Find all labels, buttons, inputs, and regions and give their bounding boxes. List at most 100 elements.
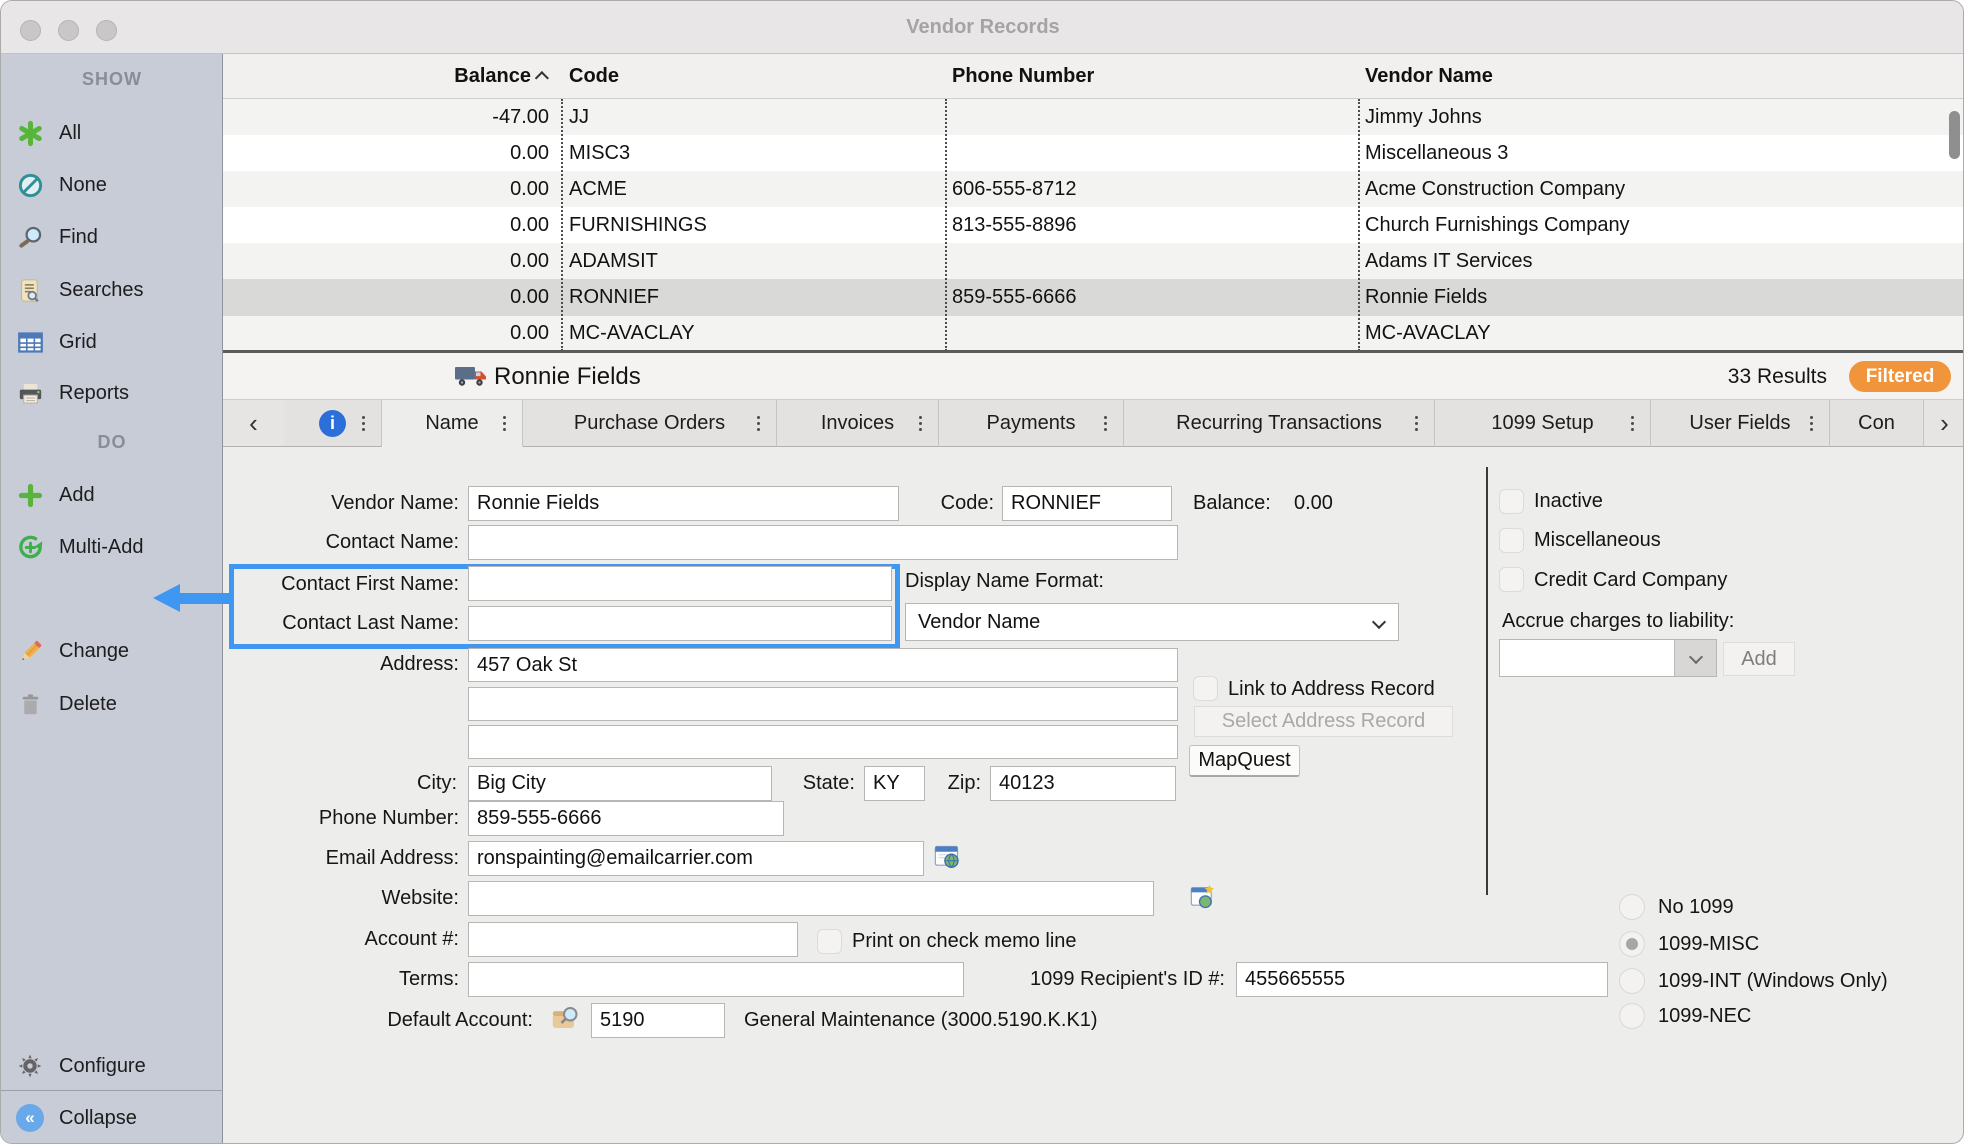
tab-name[interactable]: Name [382, 400, 523, 447]
tab-contacts-truncated[interactable]: Con [1830, 400, 1924, 447]
send-email-icon[interactable] [933, 843, 961, 876]
accrue-add-button[interactable]: Add [1723, 642, 1795, 676]
website-field[interactable] [468, 881, 1154, 916]
change-pencil-icon [15, 636, 45, 666]
tab-menu-dots-icon[interactable] [919, 422, 922, 425]
address-line2-field[interactable] [468, 687, 1178, 721]
column-header-code[interactable]: Code [561, 54, 945, 98]
collapse-icon: « [15, 1103, 45, 1133]
table-row[interactable]: 0.00 FURNISHINGS 813-555-8896 Church Fur… [223, 207, 1964, 243]
display-name-format-dropdown[interactable]: Vendor Name [905, 603, 1399, 641]
column-header-vendor-name[interactable]: Vendor Name [1358, 54, 1964, 98]
miscellaneous-checkbox[interactable] [1499, 528, 1524, 553]
recipient-id-field[interactable] [1236, 962, 1608, 997]
tab-menu-dots-icon[interactable] [1104, 422, 1107, 425]
table-scrollbar[interactable] [1949, 111, 1960, 159]
sidebar-item-label: Configure [59, 1055, 146, 1078]
table-row-selected[interactable]: 0.00 RONNIEF 859-555-6666 Ronnie Fields [223, 279, 1964, 315]
tab-1099-setup[interactable]: 1099 Setup [1435, 400, 1651, 447]
miscellaneous-label: Miscellaneous [1534, 527, 1661, 553]
sidebar-item-none[interactable]: None [15, 168, 107, 202]
address-line3-field[interactable] [468, 725, 1178, 759]
tab-purchase-orders[interactable]: Purchase Orders [523, 400, 777, 447]
sidebar-item-delete[interactable]: Delete [15, 687, 117, 721]
select-address-record-button[interactable]: Select Address Record [1194, 706, 1453, 737]
credit-card-company-checkbox[interactable] [1499, 567, 1524, 592]
sidebar-item-reports[interactable]: Reports [15, 376, 129, 410]
sidebar-item-configure[interactable]: Configure [15, 1049, 146, 1083]
tab-menu-dots-icon[interactable] [757, 422, 760, 425]
accrue-dropdown-arrow-button[interactable] [1674, 640, 1716, 676]
annotation-arrow-head [153, 584, 180, 612]
tab-menu-dots-icon[interactable] [1810, 422, 1813, 425]
annotation-arrow [179, 593, 230, 604]
link-to-address-checkbox[interactable] [1193, 676, 1218, 701]
zip-label: Zip: [948, 770, 981, 796]
tab-user-fields[interactable]: User Fields [1651, 400, 1830, 447]
sidebar-item-multi-add[interactable]: Multi-Add [15, 530, 143, 564]
email-address-field[interactable] [468, 841, 924, 876]
tab-menu-dots-icon[interactable] [362, 422, 365, 425]
sidebar-item-searches[interactable]: Searches [15, 273, 144, 307]
contact-first-name-field[interactable] [468, 566, 892, 601]
vendor-table: -47.00 JJ Jimmy Johns 0.00 MISC3 Miscell… [223, 99, 1964, 351]
default-account-field[interactable] [591, 1003, 725, 1038]
print-on-check-memo-checkbox[interactable] [817, 929, 842, 954]
searches-icon [15, 275, 45, 305]
tab-menu-dots-icon[interactable] [1415, 422, 1418, 425]
radio-1099-int[interactable] [1619, 968, 1645, 994]
sidebar-item-find[interactable]: Find [15, 220, 98, 254]
table-row[interactable]: 0.00 ADAMSIT Adams IT Services [223, 243, 1964, 279]
sidebar-item-grid[interactable]: Grid [15, 325, 97, 359]
phone-number-field[interactable] [468, 801, 784, 836]
code-field[interactable] [1002, 486, 1172, 521]
delete-trash-icon [15, 689, 45, 719]
column-header-phone[interactable]: Phone Number [945, 54, 1358, 98]
tab-payments[interactable]: Payments [939, 400, 1124, 447]
tab-menu-dots-icon[interactable] [503, 422, 506, 425]
radio-1099-misc-label: 1099-MISC [1658, 931, 1759, 957]
tab-invoices[interactable]: Invoices [777, 400, 939, 447]
sidebar-item-all[interactable]: All [15, 116, 81, 150]
vendor-records-window: Vendor Records SHOW All None Find [0, 0, 1964, 1144]
table-row[interactable]: 0.00 MC-AVACLAY MC-AVACLAY [223, 316, 1964, 351]
link-to-address-label: Link to Address Record [1228, 676, 1435, 702]
radio-1099-nec[interactable] [1619, 1003, 1645, 1029]
contact-last-name-field[interactable] [468, 606, 892, 641]
contact-name-field[interactable] [468, 525, 1178, 560]
zip-field[interactable] [990, 766, 1176, 801]
account-lookup-icon[interactable] [550, 1003, 583, 1038]
sidebar-item-change[interactable]: Change [15, 634, 129, 668]
balance-label: Balance: [1193, 490, 1271, 516]
table-row[interactable]: 0.00 ACME 606-555-8712 Acme Construction… [223, 171, 1964, 207]
terms-field[interactable] [468, 962, 964, 997]
tabs-scroll-left-button[interactable]: ‹ [223, 400, 284, 447]
mapquest-button[interactable]: MapQuest [1189, 745, 1300, 777]
sidebar-item-label: Multi-Add [59, 536, 143, 559]
sidebar-item-add[interactable]: Add [15, 478, 95, 512]
open-website-icon[interactable] [1189, 883, 1217, 916]
city-field[interactable] [468, 766, 772, 801]
table-row[interactable]: -47.00 JJ Jimmy Johns [223, 99, 1964, 135]
table-row[interactable]: 0.00 MISC3 Miscellaneous 3 [223, 135, 1964, 171]
state-field[interactable] [864, 766, 925, 801]
address-label: Address: [380, 651, 459, 677]
title-bar: Vendor Records [1, 1, 1964, 54]
tab-menu-dots-icon[interactable] [1631, 422, 1634, 425]
record-header: Ronnie Fields 33 Results Filtered [223, 353, 1964, 400]
vendor-name-field[interactable] [468, 486, 899, 521]
recipient-id-label: 1099 Recipient's ID #: [1030, 966, 1225, 992]
sidebar-item-collapse[interactable]: « Collapse [15, 1101, 137, 1135]
filtered-badge[interactable]: Filtered [1849, 361, 1951, 392]
tabs-scroll-right-button[interactable]: › [1924, 400, 1964, 447]
column-header-balance[interactable]: Balance [223, 54, 561, 98]
tab-info[interactable]: i [284, 400, 382, 447]
inactive-checkbox[interactable] [1499, 489, 1524, 514]
print-on-check-memo-label: Print on check memo line [852, 928, 1077, 954]
radio-1099-misc[interactable] [1619, 931, 1645, 957]
account-number-field[interactable] [468, 922, 798, 957]
add-icon [15, 480, 45, 510]
address-line1-field[interactable] [468, 648, 1178, 682]
tab-recurring-transactions[interactable]: Recurring Transactions [1124, 400, 1435, 447]
radio-no-1099[interactable] [1619, 894, 1645, 920]
